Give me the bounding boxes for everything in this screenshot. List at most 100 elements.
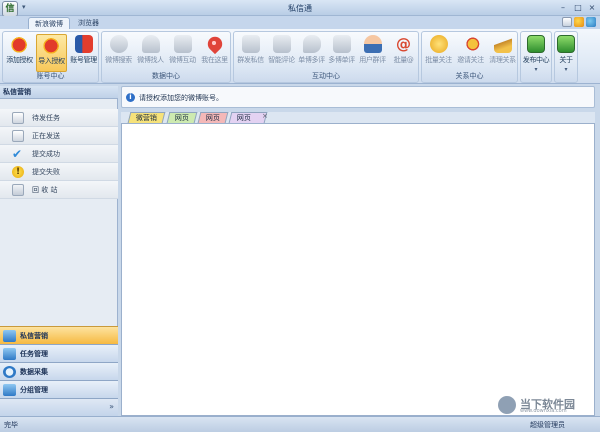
checkmark-icon: ✔ [12,147,23,161]
task-manage-icon [3,348,16,360]
task-list-icon [12,112,24,124]
content-tab-web-1[interactable]: 网页 [166,112,198,123]
find-person-icon [141,35,160,53]
content-tab-marketing-label: 微营销 [135,114,157,122]
invite-follow-label: 邀请关注 [457,56,484,64]
accordion-data-collect[interactable]: 数据采集 [0,362,118,380]
nav-item-failed[interactable]: ! 提交失败 [0,163,118,181]
accordion-data-collect-label: 数据采集 [20,368,48,376]
maximize-button[interactable]: □ [571,2,585,13]
magnifier-icon [3,366,16,378]
watermark-logo [498,396,516,414]
sending-icon [12,130,24,142]
import-auth-label: 导入授权 [38,57,65,65]
content-tab-web-2-label: 网页 [205,114,220,122]
clean-relation-button[interactable]: 清理关系 [487,34,518,72]
accordion-private-marketing[interactable]: 私信营销 [0,326,118,344]
account-manage-button[interactable]: 账号管理 [68,34,99,72]
add-auth-label: 添加授权 [6,56,33,64]
list-doc-icon [332,35,351,53]
mass-message-button[interactable]: 群发私信 [235,34,266,72]
doc-icon[interactable] [562,17,572,27]
single-multi-comment-button[interactable]: 单博多评 [296,34,327,72]
nav-item-sending[interactable]: 正在发送 [0,127,118,145]
nav-item-success[interactable]: ✔ 提交成功 [0,145,118,163]
i-am-here-button[interactable]: 我在这里 [199,33,230,72]
user-icon [363,35,382,53]
accordion-task-manage[interactable]: 任务管理 [0,344,118,362]
group-publish: 发布中心 ▾ [520,31,552,83]
content-tab-marketing[interactable]: 微营销 [127,112,166,123]
mail-icon [241,35,260,53]
watermark-url: www.downxia.com [520,408,567,414]
accordion-group-manage[interactable]: 分组管理 [0,380,118,398]
current-user: 超级管理员 [530,421,565,429]
tab-browser[interactable]: 浏览器 [72,17,105,29]
nav-item-pending-label: 待发任务 [32,114,60,122]
import-auth-button[interactable]: 导入授权 [36,34,67,72]
find-people-button[interactable]: 微博找人 [135,34,166,72]
nav-item-success-label: 提交成功 [32,150,60,158]
about-button[interactable]: 关于 ▾ [555,34,577,73]
multi-single-comment-button[interactable]: 多博单评 [326,34,357,72]
single-multi-comment-label: 单博多评 [298,56,325,64]
weibo-search-button[interactable]: 微博搜索 [103,34,134,72]
status-bar [0,416,600,432]
user-group-comment-button[interactable]: 用户群评 [357,34,388,72]
status-text: 完毕 [4,421,18,429]
group-interact-label: 互动中心 [312,72,340,80]
user-group-comment-label: 用户群评 [359,56,386,64]
batch-follow-label: 批量关注 [425,56,452,64]
accordion-group-manage-label: 分组管理 [20,386,48,394]
accordion-private-marketing-label: 私信营销 [20,332,48,340]
clean-relation-label: 清理关系 [489,56,516,64]
mass-message-label: 群发私信 [237,56,264,64]
nav-item-sending-label: 正在发送 [32,132,60,140]
skin-icon[interactable] [574,17,584,27]
tab-sina-weibo[interactable]: 新浪微博 [28,17,70,29]
publish-dropdown-arrow: ▾ [534,66,538,73]
about-icon [557,35,575,53]
group-data: 微博搜索 微博找人 微博互动 我在这里 数据中心 [101,31,231,83]
smart-comment-button[interactable]: 智能评论 [266,34,297,72]
marketing-icon [3,330,16,342]
invite-follow-button[interactable]: 邀请关注 [455,34,486,72]
accordion-task-manage-label: 任务管理 [20,350,48,358]
publish-center-button[interactable]: 发布中心 ▾ [521,34,551,73]
group-account-label: 账号中心 [36,72,65,80]
accordion-footer: » [0,398,118,416]
expand-icon[interactable]: » [109,402,114,411]
invite-icon [461,35,480,53]
close-button[interactable]: × [585,2,599,13]
folder-icon [3,384,16,396]
info-message: 请授权添加您的微博账号。 [139,94,223,102]
minimize-button[interactable]: – [556,2,570,13]
batch-follow-button[interactable]: 批量关注 [423,34,454,72]
group-about: 关于 ▾ [554,31,578,83]
add-auth-button[interactable]: 添加授权 [4,34,35,72]
nav-item-recycle[interactable]: 回 收 站 [0,181,118,199]
document-icon [173,35,192,53]
clock-doc-icon [272,35,291,53]
about-label: 关于 [559,56,573,64]
content-tab-web-3-label: 网页 [236,114,251,122]
warning-icon: ! [12,166,24,178]
recycle-bin-icon [12,184,24,196]
content-area[interactable] [121,123,595,416]
weibo-import-icon [42,36,61,54]
i-am-here-label: 我在这里 [201,56,228,64]
comment-bubble-icon [302,35,321,53]
help-icon[interactable] [586,17,596,27]
content-tab-web-2[interactable]: 网页 [197,112,229,123]
follow-icon [429,35,448,53]
about-dropdown-arrow: ▾ [564,66,568,73]
publish-icon [527,35,545,53]
weibo-interact-button[interactable]: 微博互动 [167,34,198,72]
batch-mention-button[interactable]: @ 批量@ [388,34,419,72]
tab-close-icon[interactable]: × [262,112,268,120]
weibo-interact-label: 微博互动 [169,56,196,64]
group-interact: 群发私信 智能评论 单博多评 多博单评 用户群评 @ 批量@ 互动中心 [233,31,419,83]
group-data-label: 数据中心 [152,72,180,80]
group-relation-label: 关系中心 [455,72,484,80]
nav-item-pending[interactable]: 待发任务 [0,109,118,127]
